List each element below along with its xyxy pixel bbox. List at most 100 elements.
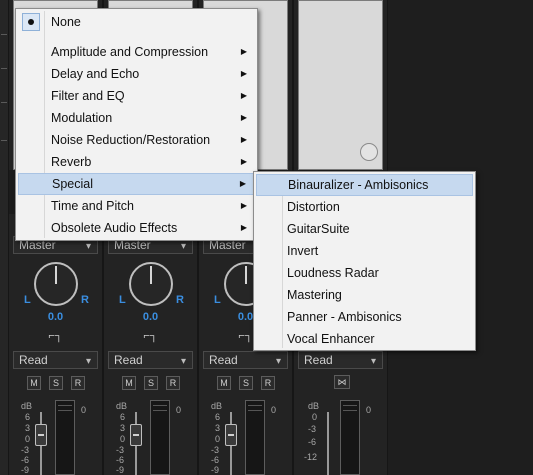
level-meter xyxy=(245,400,265,475)
db-label: dB xyxy=(116,401,128,411)
volume-fader-handle[interactable] xyxy=(130,424,142,446)
automation-mode-select[interactable]: Read ▾ xyxy=(298,351,383,369)
menu-item-amplitude-and-compression[interactable]: Amplitude and Compression ▶ xyxy=(18,41,255,63)
special-submenu: Binauralizer - Ambisonics Distortion Gui… xyxy=(253,171,476,351)
pan-knob[interactable] xyxy=(33,262,78,306)
meter-segment xyxy=(248,405,262,406)
pan-pointer xyxy=(149,266,152,284)
submenu-item-guitarsuite[interactable]: GuitarSuite xyxy=(256,218,473,240)
automation-mode-value: Read xyxy=(19,353,48,367)
mute-button[interactable]: M xyxy=(217,376,231,390)
bowtie-icon[interactable]: ⋈ xyxy=(334,375,350,389)
menu-item-label: Reverb xyxy=(51,155,92,169)
fader-scale-label: 6 xyxy=(25,412,31,422)
mute-button[interactable]: M xyxy=(122,376,136,390)
pan-knob[interactable] xyxy=(128,262,173,306)
fader-scale-label: -9 xyxy=(21,465,30,475)
meter-zero-label: 0 xyxy=(176,405,182,415)
volume-fader-track[interactable] xyxy=(327,412,329,475)
fader-scale-label: -3 xyxy=(116,445,125,455)
level-meter xyxy=(340,400,360,475)
menu-item-label: Modulation xyxy=(51,111,113,125)
record-arm-button[interactable]: R xyxy=(71,376,85,390)
menu-item-label: Filter and EQ xyxy=(51,89,125,103)
chevron-down-icon: ▾ xyxy=(85,356,91,367)
meter-segment xyxy=(343,410,357,411)
db-label: dB xyxy=(21,401,33,411)
fader-scale-label: 0 xyxy=(25,434,31,444)
submenu-item-binauralizer-ambisonics[interactable]: Binauralizer - Ambisonics xyxy=(256,174,473,196)
solo-button[interactable]: S xyxy=(239,376,253,390)
automation-mode-select[interactable]: Read ▾ xyxy=(13,351,98,369)
menu-item-obsolete-audio-effects[interactable]: Obsolete Audio Effects ▶ xyxy=(18,217,255,239)
submenu-item-vocal-enhancer[interactable]: Vocal Enhancer xyxy=(256,328,473,350)
submenu-item-loudness-radar[interactable]: Loudness Radar xyxy=(256,262,473,284)
edge-tick xyxy=(1,140,7,141)
submenu-item-distortion[interactable]: Distortion xyxy=(256,196,473,218)
submenu-arrow-icon: ▶ xyxy=(240,91,247,100)
chevron-down-icon: ▾ xyxy=(85,241,91,252)
menu-item-time-and-pitch[interactable]: Time and Pitch ▶ xyxy=(18,195,255,217)
chevron-down-icon: ▾ xyxy=(180,356,186,367)
submenu-arrow-icon: ▶ xyxy=(240,223,247,232)
fader-scale-label: -6 xyxy=(211,455,220,465)
menu-item-modulation[interactable]: Modulation ▶ xyxy=(18,107,255,129)
record-arm-button[interactable]: R xyxy=(166,376,180,390)
radio-dot xyxy=(28,19,34,25)
fader-scale-label: -3 xyxy=(211,445,220,455)
volume-fader-handle[interactable] xyxy=(225,424,237,446)
menu-item-label: Time and Pitch xyxy=(51,199,134,213)
automation-mode-select[interactable]: Read ▾ xyxy=(108,351,193,369)
pan-right-label: R xyxy=(176,294,184,306)
rack-knob[interactable] xyxy=(360,143,378,161)
solo-button[interactable]: S xyxy=(144,376,158,390)
meter-segment xyxy=(248,410,262,411)
db-label: dB xyxy=(308,401,320,411)
fader-scale-label: -3 xyxy=(308,424,317,434)
edge-tick xyxy=(1,34,7,35)
chevron-down-icon: ▾ xyxy=(180,241,186,252)
record-arm-button[interactable]: R xyxy=(261,376,275,390)
pan-left-label: L xyxy=(24,294,31,306)
submenu-arrow-icon: ▶ xyxy=(240,69,247,78)
volume-fader-handle[interactable] xyxy=(35,424,47,446)
pan-pointer xyxy=(244,266,247,284)
fader-scale-label: -6 xyxy=(21,455,30,465)
meter-zero-label: 0 xyxy=(366,405,372,415)
submenu-item-panner-ambisonics[interactable]: Panner - Ambisonics xyxy=(256,306,473,328)
routing-icon[interactable]: ⌐┐ xyxy=(238,330,254,342)
fader-scale-label: -6 xyxy=(308,437,317,447)
menu-item-delay-and-echo[interactable]: Delay and Echo ▶ xyxy=(18,63,255,85)
menu-item-none[interactable]: None xyxy=(18,11,255,33)
menu-item-noise-reduction-restoration[interactable]: Noise Reduction/Restoration ▶ xyxy=(18,129,255,151)
solo-button[interactable]: S xyxy=(49,376,63,390)
menu-item-label: None xyxy=(51,15,81,29)
fader-scale-label: -3 xyxy=(21,445,30,455)
submenu-item-mastering[interactable]: Mastering xyxy=(256,284,473,306)
submenu-arrow-icon: ▶ xyxy=(240,201,247,210)
menu-item-reverb[interactable]: Reverb ▶ xyxy=(18,151,255,173)
pan-value[interactable]: 0.0 xyxy=(104,311,197,323)
routing-icon[interactable]: ⌐┐ xyxy=(48,330,64,342)
fader-scale-label: 6 xyxy=(215,412,221,422)
menu-item-special[interactable]: Special ▶ xyxy=(18,173,255,195)
fader-scale-label: 3 xyxy=(120,423,126,433)
level-meter xyxy=(150,400,170,475)
submenu-arrow-icon: ▶ xyxy=(240,47,247,56)
automation-mode-select[interactable]: Read ▾ xyxy=(203,351,288,369)
chevron-down-icon: ▾ xyxy=(275,356,281,367)
meter-segment xyxy=(153,405,167,406)
db-label: dB xyxy=(211,401,223,411)
submenu-item-invert[interactable]: Invert xyxy=(256,240,473,262)
effects-rack-panel[interactable] xyxy=(298,0,383,170)
mute-button[interactable]: M xyxy=(27,376,41,390)
pan-value[interactable]: 0.0 xyxy=(9,311,102,323)
routing-icon[interactable]: ⌐┐ xyxy=(143,330,159,342)
chevron-down-icon: ▾ xyxy=(370,356,376,367)
meter-segment xyxy=(58,410,72,411)
fader-scale-label: 0 xyxy=(215,434,221,444)
pan-left-label: L xyxy=(119,294,126,306)
menu-item-filter-and-eq[interactable]: Filter and EQ ▶ xyxy=(18,85,255,107)
edge-tick xyxy=(1,102,7,103)
menu-item-label: Mastering xyxy=(287,288,342,302)
